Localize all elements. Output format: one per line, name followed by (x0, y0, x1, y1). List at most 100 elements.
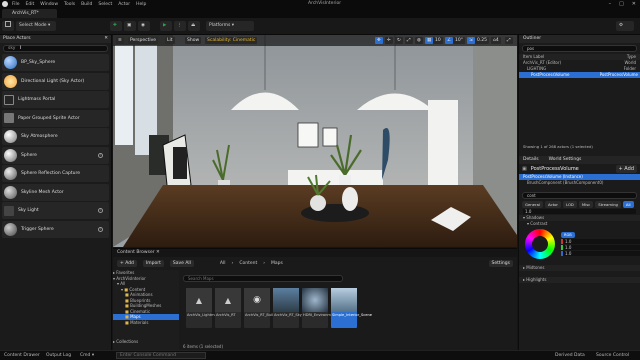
breadcrumb-content[interactable]: Content (239, 261, 257, 266)
component-row[interactable]: BrushComponent (BrushComponent0) (519, 180, 640, 186)
content-drawer-button[interactable]: Content Drawer (4, 351, 40, 360)
import-button[interactable]: Import (142, 259, 164, 267)
actor-item[interactable]: Sky Light? (2, 202, 109, 219)
play-icon[interactable]: ▶ (160, 21, 172, 31)
angle-snap-icon[interactable]: ∠ (445, 37, 454, 44)
asset-tile-selected[interactable]: Simple_Interior_Scene (331, 288, 372, 328)
scalability-badge[interactable]: Scalability: Cinematic (205, 37, 258, 44)
minimize-icon[interactable]: – (609, 1, 612, 7)
cmd-dropdown[interactable]: Cmd ▾ (80, 351, 94, 360)
asset-tile[interactable]: ArchViz_RT_Sky_HDR (273, 288, 312, 328)
place-actors-search-input[interactable]: sky I (3, 45, 108, 52)
blue-slider[interactable]: 1.0 (561, 250, 640, 256)
translate-tool-icon[interactable]: ✛ (385, 37, 393, 44)
grid-snap-value[interactable]: 10 (433, 37, 443, 44)
viewport-menu-icon[interactable]: ≡ (116, 37, 124, 44)
collections-section[interactable]: ▸ Collections (113, 339, 179, 345)
menu-help[interactable]: Help (136, 2, 146, 7)
scale-snap-icon[interactable]: ⇲ (467, 37, 475, 44)
save-all-button[interactable]: Save All (169, 259, 194, 267)
color-wheel[interactable] (525, 229, 555, 259)
filter-streaming[interactable]: Streaming (595, 201, 621, 208)
rgb-mode-button[interactable]: RGB (561, 231, 575, 238)
menu-select[interactable]: Select (98, 2, 112, 7)
add-button[interactable]: + Add (117, 259, 137, 267)
scale-snap-value[interactable]: 0.25 (475, 37, 490, 44)
menu-file[interactable]: File (12, 2, 20, 7)
maximize-icon[interactable]: □ (619, 1, 624, 7)
launch-icon[interactable]: ⏏ (188, 21, 200, 31)
asset-tile[interactable]: ▲ ArchVis_RT (215, 288, 241, 328)
folder-materials[interactable]: ■ Materials (113, 320, 179, 326)
world-settings-tab[interactable]: World Settings (549, 156, 582, 164)
select-mode-button[interactable]: Select Mode ▾ (16, 21, 56, 31)
midtones-section[interactable]: ▸ Midtones (519, 265, 640, 271)
level-viewport[interactable] (113, 35, 517, 247)
maximize-viewport-icon[interactable]: ⤢ (505, 37, 513, 44)
menu-actor[interactable]: Actor (118, 2, 130, 7)
filter-all[interactable]: All (622, 201, 634, 208)
blueprint-icon[interactable]: ▣ (124, 21, 136, 31)
actor-item[interactable]: Sky Atmosphere (2, 128, 109, 145)
filter-lod[interactable]: LOD (562, 201, 577, 208)
play-options-icon[interactable]: ⋮ (174, 21, 186, 31)
perspective-button[interactable]: Perspective (128, 37, 159, 44)
actor-item[interactable]: Directional Light (Sky Actor) (2, 72, 109, 90)
filter-actor[interactable]: Actor (544, 201, 561, 208)
help-icon[interactable]: ? (98, 226, 103, 232)
actor-item[interactable]: Sphere? (2, 146, 109, 164)
platforms-button[interactable]: Platforms ▾ (206, 21, 254, 31)
outliner-search-input[interactable]: pos (522, 45, 637, 52)
lit-button[interactable]: Lit (165, 37, 175, 44)
details-add-button[interactable]: + Add (615, 165, 637, 173)
asset-tile[interactable]: ◉ ArchVis_RT_BuiltData (244, 288, 283, 328)
help-icon[interactable]: ? (98, 208, 103, 213)
world-space-icon[interactable]: ◍ (415, 37, 423, 44)
outliner-tab[interactable]: Outliner (519, 35, 640, 43)
menu-edit[interactable]: Edit (26, 2, 35, 7)
help-icon[interactable]: ? (98, 152, 103, 158)
actor-item[interactable]: Trigger Sphere? (2, 220, 109, 238)
derived-data-button[interactable]: Derived Data (555, 351, 585, 360)
menu-build[interactable]: Build (81, 2, 92, 7)
show-button[interactable]: Show (185, 37, 202, 44)
red-slider[interactable]: 1.0 (561, 238, 640, 244)
asset-tile[interactable]: HDRI_Environment (302, 288, 337, 328)
source-control-button[interactable]: Source Control (596, 351, 629, 360)
angle-snap-value[interactable]: 10° (453, 37, 465, 44)
select-tool-icon[interactable]: ✥ (375, 37, 383, 44)
content-search-input[interactable]: Search Maps (183, 275, 343, 282)
actor-item[interactable]: Paper Grouped Sprite Actor (2, 109, 109, 127)
green-slider[interactable]: 1.0 (561, 244, 640, 250)
settings-button[interactable]: Settings (488, 259, 513, 267)
settings-icon[interactable]: ⚙ (616, 21, 634, 31)
highlights-section[interactable]: ▸ Highlights (519, 277, 640, 283)
actor-item[interactable]: Lightmass Portal (2, 91, 109, 108)
value-slider[interactable]: 1.0 (523, 209, 636, 214)
cinematics-icon[interactable]: ◉ (138, 21, 150, 31)
asset-tile[interactable]: ▲ ArchVis_Lightmap (186, 288, 219, 328)
scale-tool-icon[interactable]: ⤢ (405, 37, 413, 44)
add-actor-icon[interactable]: ✚ (110, 21, 122, 31)
console-input[interactable]: Enter Console Command (116, 352, 206, 359)
output-log-button[interactable]: Output Log (46, 351, 71, 360)
menu-window[interactable]: Window (40, 2, 58, 7)
close-icon[interactable]: ✕ (632, 1, 636, 7)
details-tab[interactable]: Details (523, 156, 539, 164)
content-browser-tab[interactable]: Content Browser ✕ (113, 249, 517, 257)
rotate-tool-icon[interactable]: ↻ (395, 37, 403, 44)
details-search-input[interactable]: cont (522, 192, 637, 199)
actor-item[interactable]: Skyline Mesh Actor (2, 183, 109, 201)
unreal-logo-icon[interactable] (2, 1, 8, 7)
close-panel-icon[interactable]: ✕ (104, 35, 108, 43)
actor-item[interactable]: Sphere Reflection Capture (2, 165, 109, 182)
filter-misc[interactable]: Misc (578, 201, 594, 208)
filter-general[interactable]: General (522, 201, 543, 208)
camera-speed-button[interactable]: ⌂4 (491, 37, 501, 44)
level-tab[interactable]: ArchVis_RT* (2, 9, 57, 18)
actor-item[interactable]: BP_Sky_Sphere (2, 54, 109, 71)
menu-tools[interactable]: Tools (64, 2, 75, 7)
breadcrumb-all[interactable]: All (220, 261, 226, 266)
breadcrumb-maps[interactable]: Maps (271, 261, 283, 266)
save-icon[interactable] (2, 21, 14, 31)
